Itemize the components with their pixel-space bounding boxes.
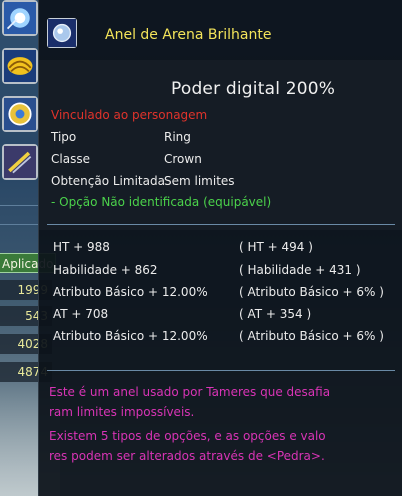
ring-orb-icon [47,18,77,48]
tooltip-header: Anel de Arena Brilhante [39,12,402,56]
limited-value: Sem limites [164,174,235,188]
stat-right: ( AT + 354 ) [239,307,312,321]
divider [47,370,395,371]
class-value: Crown [164,152,202,166]
item-power: Poder digital 200% [171,79,336,99]
description-line: res podem ser alterados através de <Pedr… [49,449,325,463]
type-value: Ring [164,130,191,144]
stat-right: ( Atributo Básico + 6% ) [239,329,384,343]
limited-label: Obtenção Limitada [51,174,165,188]
description-line: ram limites impossíveis. [49,405,195,419]
stat-left: Atributo Básico + 12.00% [53,329,208,343]
crossed-blades-icon[interactable] [2,144,38,180]
stat-right: ( Habilidade + 431 ) [239,263,361,277]
unidentified-option: - Opção Não identificada (equipável) [51,195,272,209]
bound-status: Vinculado ao personagem [51,108,208,122]
stat-left: Habilidade + 862 [53,263,158,277]
type-label: Tipo [51,130,77,144]
item-name: Anel de Arena Brilhante [105,27,272,43]
divider [47,224,395,225]
gold-wings-icon[interactable] [2,48,38,84]
description-line: Este é um anel usado por Tameres que des… [49,385,331,399]
stat-right: ( HT + 494 ) [239,240,313,254]
glowing-orb-icon[interactable] [2,0,38,36]
stat-left: HT + 988 [53,240,110,254]
item-tooltip: Anel de Arena Brilhante Poder digital 20… [38,0,402,496]
stat-left: Atributo Básico + 12.00% [53,285,208,299]
description-line: Existem 5 tipos de opções, e as opções e… [49,429,326,443]
stat-left: AT + 708 [53,307,109,321]
class-label: Classe [51,152,90,166]
gear-emblem-icon[interactable] [2,96,38,132]
stat-right: ( Atributo Básico + 6% ) [239,285,384,299]
